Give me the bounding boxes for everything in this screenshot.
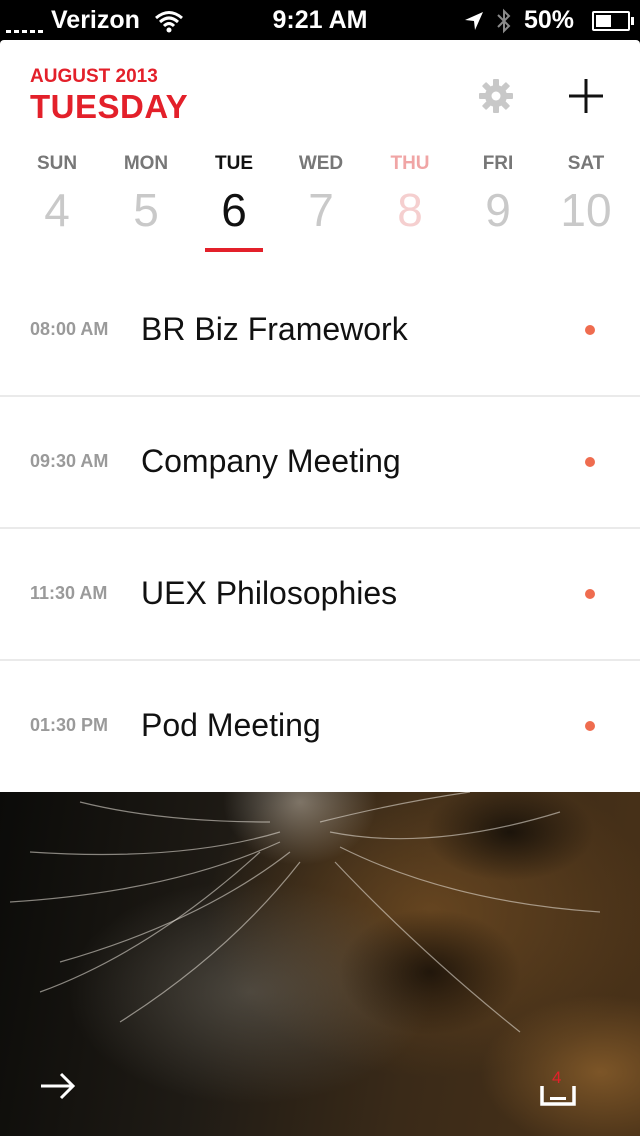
day-number: 9 [485, 184, 511, 236]
day-number: 6 [221, 184, 247, 236]
day-number: 10 [560, 184, 612, 236]
inbox-count-badge: 4 [552, 1068, 562, 1087]
bluetooth-icon [497, 8, 511, 33]
event-title: Company Meeting [141, 443, 401, 479]
selected-day-indicator [205, 248, 263, 252]
event-title: Pod Meeting [141, 707, 321, 743]
event-row[interactable]: 08:00 AM BR Biz Framework [0, 264, 640, 397]
day-name: SUN [36, 153, 78, 174]
day-mon[interactable]: MON 5 [101, 150, 191, 238]
battery-icon [592, 10, 634, 31]
event-dot-icon [585, 589, 595, 599]
event-title: BR Biz Framework [141, 311, 408, 347]
event-title: UEX Philosophies [141, 575, 398, 611]
day-sun[interactable]: SUN 4 [12, 150, 102, 238]
day-name: SAT [567, 153, 605, 174]
calendar-card: AUGUST 2013 TUESDAY SUN 4 MON 5 TUE 6 WE… [0, 40, 640, 792]
event-time: 09:30 AM [30, 451, 109, 471]
day-thu[interactable]: THU 8 [365, 150, 455, 238]
event-dot-icon [585, 721, 595, 731]
day-fri[interactable]: FRI 9 [453, 150, 543, 238]
day-sat[interactable]: SAT 10 [541, 150, 631, 238]
status-bar: Verizon 9:21 AM 50% [0, 0, 640, 40]
month-year-label: AUGUST 2013 [30, 66, 158, 87]
day-name: MON [123, 153, 169, 174]
day-name: TUE [215, 153, 253, 174]
day-number: 7 [308, 184, 334, 236]
day-number: 5 [133, 184, 159, 236]
plus-icon[interactable] [566, 76, 606, 116]
event-row[interactable]: 09:30 AM Company Meeting [0, 396, 640, 529]
day-name: FRI [482, 153, 514, 174]
day-name: THU [390, 153, 430, 174]
event-row[interactable]: 11:30 AM UEX Philosophies [0, 528, 640, 661]
day-tue-selected[interactable]: TUE 6 [189, 150, 279, 238]
day-number: 4 [44, 184, 70, 236]
event-row[interactable]: 01:30 PM Pod Meeting [0, 660, 640, 791]
location-arrow-icon [464, 11, 483, 30]
gear-icon[interactable] [476, 76, 516, 116]
day-wed[interactable]: WED 7 [276, 150, 366, 238]
event-time: 11:30 AM [30, 583, 108, 603]
event-time: 08:00 AM [30, 319, 109, 339]
arrow-right-icon[interactable] [38, 1066, 78, 1106]
weekday-title: TUESDAY [30, 88, 189, 125]
event-time: 01:30 PM [30, 715, 109, 735]
event-dot-icon [585, 325, 595, 335]
event-dot-icon [585, 457, 595, 467]
day-name: WED [298, 153, 344, 174]
day-number: 8 [397, 184, 423, 236]
battery-percent: 50% [523, 6, 574, 34]
battery-fill [596, 14, 611, 27]
status-right: 50% [464, 6, 634, 35]
